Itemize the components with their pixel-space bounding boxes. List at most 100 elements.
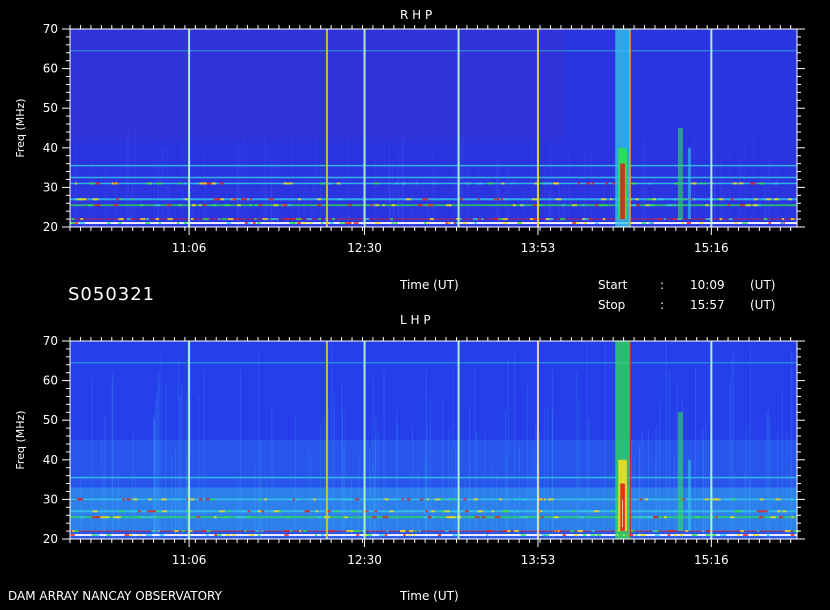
band-speckle (167, 204, 172, 207)
band-speckle (635, 198, 639, 201)
band-speckle (481, 218, 484, 221)
texture-streak (417, 468, 419, 539)
texture-streak (655, 429, 657, 539)
background-tint (70, 29, 565, 138)
band-speckle (440, 510, 445, 513)
texture-streak (435, 166, 437, 227)
band-speckle (286, 498, 293, 501)
band-speckle (202, 218, 209, 221)
band-speckle (595, 222, 599, 225)
band-speckle (424, 222, 427, 225)
texture-streak (243, 136, 245, 227)
band-speckle (390, 218, 394, 221)
band-speckle (775, 498, 781, 501)
band-speckle (742, 534, 749, 537)
texture-streak (714, 131, 716, 227)
band-speckle (481, 516, 486, 519)
band-speckle (156, 182, 163, 185)
band-speckle (392, 222, 395, 225)
texture-streak (548, 186, 550, 227)
texture-streak (743, 137, 745, 227)
band-speckle (672, 218, 678, 221)
band-speckle (297, 222, 301, 225)
vertical-line (536, 341, 539, 539)
texture-streak (743, 470, 745, 539)
band-speckle (171, 498, 175, 501)
band-speckle (105, 516, 110, 519)
band-speckle (290, 530, 293, 533)
band-speckle (681, 222, 684, 225)
band-speckle (232, 198, 237, 201)
band-speckle (417, 204, 424, 207)
texture-streak (153, 180, 155, 227)
texture-streak (422, 179, 424, 227)
band-speckle (284, 218, 290, 221)
band-speckle (768, 222, 772, 225)
band-speckle (183, 222, 188, 225)
texture-streak (565, 152, 567, 227)
band-speckle (667, 534, 671, 537)
band-speckle (734, 510, 740, 513)
band-speckle (503, 222, 508, 225)
band-speckle (255, 530, 260, 533)
band-speckle (763, 510, 769, 513)
band-speckle (486, 534, 489, 537)
texture-streak (260, 442, 262, 539)
texture-streak (344, 406, 346, 539)
band-speckle (314, 534, 318, 537)
band-speckle (562, 534, 566, 537)
texture-streak (347, 131, 349, 227)
band-speckle (283, 182, 289, 185)
texture-streak (641, 431, 643, 539)
vertical-line (710, 29, 713, 227)
band-speckle (520, 534, 526, 537)
band-speckle (225, 534, 230, 537)
band-speckle (247, 510, 251, 513)
band-speckle (130, 218, 133, 221)
texture-streak (215, 160, 217, 227)
y-tick-label: 40 (43, 141, 58, 155)
band-speckle (107, 222, 111, 225)
band-speckle (128, 534, 133, 537)
texture-streak (369, 469, 371, 539)
secondary-burst (677, 412, 683, 532)
texture-streak (203, 370, 205, 539)
band-speckle (596, 534, 602, 537)
texture-streak (266, 144, 268, 227)
band-speckle (784, 530, 791, 533)
band-speckle (631, 204, 637, 207)
band-speckle (444, 510, 450, 513)
band-speckle (561, 204, 565, 207)
band-speckle (331, 218, 335, 221)
band-speckle (118, 222, 122, 225)
band-speckle (320, 222, 324, 225)
band-speckle (473, 498, 478, 501)
band-speckle (412, 534, 415, 537)
band-speckle (419, 498, 424, 501)
texture-streak (431, 148, 433, 227)
band-speckle (401, 498, 404, 501)
texture-streak (642, 133, 644, 227)
band-speckle (494, 516, 501, 519)
start-label: Start (598, 278, 628, 292)
band-speckle (778, 516, 784, 519)
band-speckle (517, 222, 522, 225)
texture-streak (547, 191, 549, 227)
band-speckle (491, 510, 494, 513)
band-speckle (206, 182, 212, 185)
band-speckle (401, 182, 407, 185)
band-speckle (452, 534, 459, 537)
band-speckle (81, 198, 87, 201)
band-speckle (431, 510, 436, 513)
texture-streak (639, 444, 641, 539)
band-speckle (692, 198, 697, 201)
texture-streak (342, 408, 344, 539)
texture-streak (319, 425, 321, 539)
band-speckle (645, 204, 650, 207)
band-speckle (205, 498, 210, 501)
band-speckle (444, 530, 449, 533)
texture-streak (87, 186, 89, 227)
vertical-line (325, 341, 328, 539)
band-speckle (119, 198, 123, 201)
band-speckle (175, 498, 180, 501)
